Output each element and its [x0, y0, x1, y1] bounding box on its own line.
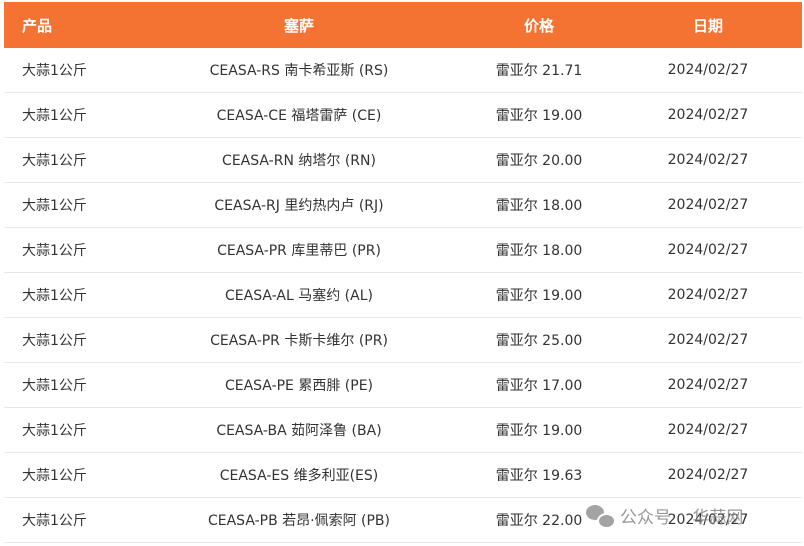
cell-ceasa: CEASA-PR 库里蒂巴 (PR): [134, 227, 464, 273]
cell-ceasa: CEASA-ES 维多利亚(ES): [134, 452, 464, 498]
cell-ceasa: CEASA-PE 累西腓 (PE): [134, 362, 464, 408]
header-price: 价格: [464, 2, 614, 48]
cell-product: 大蒜1公斤: [4, 317, 134, 363]
table-row: 大蒜1公斤 CEASA-AL 马塞约 (AL) 雷亚尔 19.00 2024/0…: [4, 272, 802, 318]
cell-product: 大蒜1公斤: [4, 452, 134, 498]
cell-price: 雷亚尔 25.00: [464, 317, 614, 363]
cell-ceasa: CEASA-RS 南卡希亚斯 (RS): [134, 48, 464, 93]
table-row: 大蒜1公斤 CEASA-BA 茹阿泽鲁 (BA) 雷亚尔 19.00 2024/…: [4, 407, 802, 453]
cell-product: 大蒜1公斤: [4, 407, 134, 453]
cell-date: 2024/02/27: [614, 227, 802, 273]
table-row: 大蒜1公斤 CEASA-PR 卡斯卡维尔 (PR) 雷亚尔 25.00 2024…: [4, 317, 802, 363]
cell-ceasa: CEASA-RN 纳塔尔 (RN): [134, 137, 464, 183]
cell-ceasa: CEASA-PB 若昂·佩索阿 (PB): [134, 497, 464, 543]
cell-price: 雷亚尔 17.00: [464, 362, 614, 408]
cell-product: 大蒜1公斤: [4, 272, 134, 318]
table-header: 产品 塞萨 价格 日期: [4, 2, 802, 48]
cell-price: 雷亚尔 19.00: [464, 272, 614, 318]
table-row: 大蒜1公斤 CEASA-ES 维多利亚(ES) 雷亚尔 19.63 2024/0…: [4, 452, 802, 498]
cell-ceasa: CEASA-RJ 里约热内卢 (RJ): [134, 182, 464, 228]
cell-ceasa: CEASA-BA 茹阿泽鲁 (BA): [134, 407, 464, 453]
cell-price: 雷亚尔 18.00: [464, 227, 614, 273]
cell-date: 2024/02/27: [614, 137, 802, 183]
header-date: 日期: [614, 2, 802, 48]
cell-product: 大蒜1公斤: [4, 48, 134, 93]
cell-date: 2024/02/27: [614, 92, 802, 138]
header-ceasa: 塞萨: [134, 2, 464, 48]
watermark-separator: ·: [679, 505, 685, 525]
header-product: 产品: [4, 2, 134, 48]
table-row: 大蒜1公斤 CEASA-RJ 里约热内卢 (RJ) 雷亚尔 18.00 2024…: [4, 182, 802, 228]
cell-date: 2024/02/27: [614, 272, 802, 318]
watermark: 公众号 · 华蒜网: [586, 500, 743, 530]
table-row: 大蒜1公斤 CEASA-PR 库里蒂巴 (PR) 雷亚尔 18.00 2024/…: [4, 227, 802, 273]
cell-product: 大蒜1公斤: [4, 227, 134, 273]
cell-date: 2024/02/27: [614, 407, 802, 453]
watermark-left-text: 公众号: [620, 507, 671, 528]
table-row: 大蒜1公斤 CEASA-PE 累西腓 (PE) 雷亚尔 17.00 2024/0…: [4, 362, 802, 408]
cell-date: 2024/02/27: [614, 452, 802, 498]
price-table: 产品 塞萨 价格 日期 大蒜1公斤 CEASA-RS 南卡希亚斯 (RS) 雷亚…: [4, 2, 802, 543]
table-row: 大蒜1公斤 CEASA-CE 福塔雷萨 (CE) 雷亚尔 19.00 2024/…: [4, 92, 802, 138]
cell-product: 大蒜1公斤: [4, 362, 134, 408]
cell-product: 大蒜1公斤: [4, 137, 134, 183]
cell-price: 雷亚尔 19.00: [464, 92, 614, 138]
table-body: 大蒜1公斤 CEASA-RS 南卡希亚斯 (RS) 雷亚尔 21.71 2024…: [4, 48, 802, 543]
cell-product: 大蒜1公斤: [4, 92, 134, 138]
cell-ceasa: CEASA-PR 卡斯卡维尔 (PR): [134, 317, 464, 363]
cell-date: 2024/02/27: [614, 317, 802, 363]
cell-product: 大蒜1公斤: [4, 497, 134, 543]
cell-date: 2024/02/27: [614, 182, 802, 228]
table-row: 大蒜1公斤 CEASA-RS 南卡希亚斯 (RS) 雷亚尔 21.71 2024…: [4, 48, 802, 93]
cell-date: 2024/02/27: [614, 362, 802, 408]
cell-price: 雷亚尔 19.00: [464, 407, 614, 453]
cell-ceasa: CEASA-CE 福塔雷萨 (CE): [134, 92, 464, 138]
header-row: 产品 塞萨 价格 日期: [4, 2, 802, 48]
cell-ceasa: CEASA-AL 马塞约 (AL): [134, 272, 464, 318]
cell-price: 雷亚尔 20.00: [464, 137, 614, 183]
cell-price: 雷亚尔 21.71: [464, 48, 614, 93]
price-table-container: 产品 塞萨 价格 日期 大蒜1公斤 CEASA-RS 南卡希亚斯 (RS) 雷亚…: [4, 2, 802, 546]
table-row: 大蒜1公斤 CEASA-RN 纳塔尔 (RN) 雷亚尔 20.00 2024/0…: [4, 137, 802, 183]
cell-price: 雷亚尔 18.00: [464, 182, 614, 228]
watermark-right-text: 华蒜网: [692, 507, 744, 528]
cell-price: 雷亚尔 19.63: [464, 452, 614, 498]
cell-date: 2024/02/27: [614, 48, 802, 93]
cell-product: 大蒜1公斤: [4, 182, 134, 228]
wechat-icon: [586, 503, 616, 529]
